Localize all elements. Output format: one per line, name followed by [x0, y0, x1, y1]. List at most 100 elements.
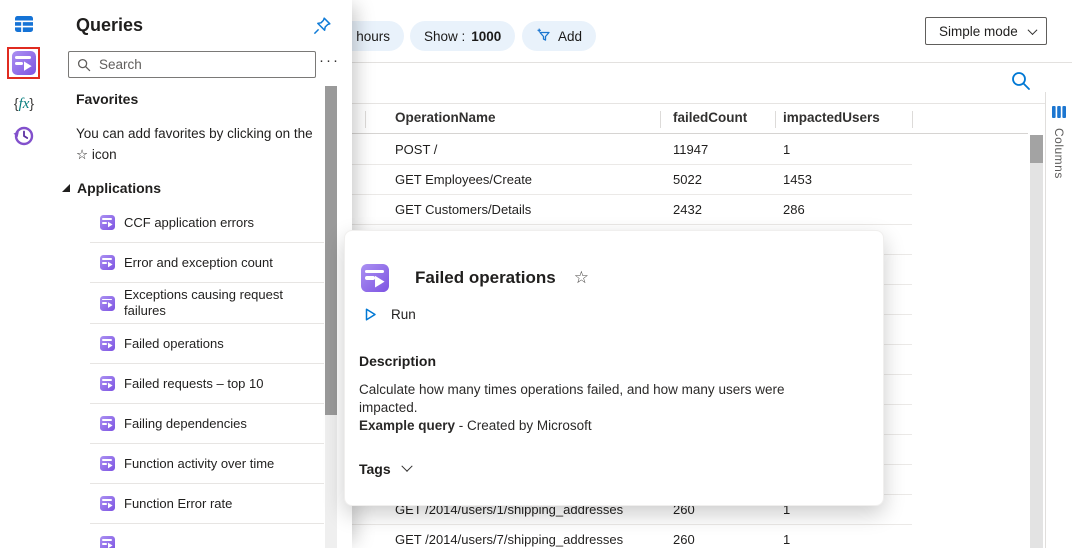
example-query-label: Example query — [359, 418, 455, 433]
panel-scrollbar-track[interactable] — [325, 86, 337, 548]
run-button[interactable]: Run — [363, 307, 416, 322]
query-item-label: Function activity over time — [124, 456, 274, 472]
cell-operationname: GET /2014/users/7/shipping_addresses — [395, 532, 623, 547]
run-label: Run — [391, 307, 416, 322]
add-label: Add — [558, 29, 582, 44]
cell-operationname: POST / — [395, 142, 437, 157]
list-item[interactable] — [90, 524, 324, 548]
query-item-label: CCF application errors — [124, 215, 254, 231]
list-item[interactable]: Failed requests – top 10 — [90, 364, 324, 404]
cell-failedcount: 11947 — [673, 142, 708, 157]
query-item-label: Failing dependencies — [124, 416, 247, 432]
cell-failedcount: 260 — [673, 532, 695, 547]
show-value: 1000 — [471, 29, 501, 44]
column-header-impactedusers[interactable]: impactedUsers — [783, 110, 880, 125]
query-item-label: Error and exception count — [124, 255, 273, 271]
query-icon — [100, 255, 115, 270]
list-item[interactable]: Failed operations — [90, 324, 324, 364]
column-header-failedcount[interactable]: failedCount — [673, 110, 747, 125]
add-filter-pill[interactable]: Add — [522, 21, 596, 51]
mode-dropdown-value: Simple mode — [939, 24, 1018, 39]
query-item-label: Failed operations — [124, 336, 224, 352]
time-range-label: hours — [356, 29, 390, 44]
search-input[interactable]: Search — [68, 51, 316, 78]
applications-group-label: Applications — [77, 180, 161, 196]
favorites-heading: Favorites — [76, 91, 138, 107]
table-scrollbar-track[interactable] — [1030, 135, 1043, 548]
table-row[interactable]: GET Customers/Details 2432 286 — [352, 195, 1028, 225]
filter-add-icon — [536, 27, 552, 46]
list-item[interactable]: Exceptions causing request failures — [90, 283, 324, 324]
description-heading: Description — [359, 353, 436, 369]
run-play-icon — [363, 307, 378, 322]
column-header-operationname[interactable]: OperationName — [395, 110, 496, 125]
activity-bar: {fx} — [0, 0, 48, 548]
tags-label: Tags — [359, 461, 391, 477]
column-divider[interactable] — [660, 111, 661, 128]
queries-panel: Queries Search ··· Favorites You can add… — [48, 0, 352, 548]
list-item[interactable]: Function activity over time — [90, 444, 324, 484]
queries-icon[interactable] — [12, 51, 36, 75]
table-row[interactable]: GET Employees/Create 5022 1453 — [352, 165, 1028, 195]
list-item[interactable]: Failing dependencies — [90, 404, 324, 444]
show-label: Show : — [424, 29, 465, 44]
more-options-button[interactable]: ··· — [319, 52, 340, 69]
columns-tab[interactable]: Columns — [1046, 104, 1072, 179]
cell-failedcount: 5022 — [673, 172, 702, 187]
tree-expand-icon — [62, 184, 70, 192]
cell-impactedusers: 1 — [783, 532, 790, 547]
table-row[interactable]: GET /2014/users/7/shipping_addresses 260… — [352, 525, 1028, 548]
chevron-down-icon — [1028, 25, 1038, 35]
table-header: OperationName failedCount impactedUsers — [352, 104, 1028, 134]
functions-icon[interactable]: {fx} — [10, 90, 38, 118]
list-item[interactable]: Function Error rate — [90, 484, 324, 524]
cell-failedcount: 2432 — [673, 202, 702, 217]
list-item[interactable]: Error and exception count — [90, 243, 324, 283]
chevron-down-icon — [401, 461, 412, 472]
cell-impactedusers: 1 — [783, 142, 790, 157]
query-icon — [100, 376, 115, 391]
tags-section[interactable]: Tags — [359, 461, 411, 477]
columns-icon — [1051, 104, 1067, 120]
history-icon[interactable] — [10, 122, 38, 150]
results-search-icon[interactable] — [1010, 70, 1032, 92]
query-icon — [100, 336, 115, 351]
query-item-label: Failed requests – top 10 — [124, 376, 263, 392]
query-icon — [100, 536, 115, 548]
panel-title: Queries — [76, 15, 143, 36]
favorite-star-icon[interactable]: ☆ — [574, 268, 589, 288]
list-item[interactable]: CCF application errors — [90, 203, 324, 243]
query-icon — [100, 496, 115, 511]
cell-operationname: GET Customers/Details — [395, 202, 531, 217]
query-list: CCF application errors Error and excepti… — [90, 203, 324, 548]
column-divider[interactable] — [912, 111, 913, 128]
example-query-rest: - Created by Microsoft — [455, 418, 592, 433]
query-icon — [100, 296, 115, 311]
table-scrollbar-thumb[interactable] — [1030, 135, 1043, 163]
table-row[interactable]: POST / 11947 1 — [352, 135, 1028, 165]
cell-impactedusers: 1453 — [783, 172, 812, 187]
query-item-label: Exceptions causing request failures — [124, 287, 314, 319]
description-text: Calculate how many times operations fail… — [359, 382, 784, 415]
description-body: Calculate how many times operations fail… — [359, 381, 829, 435]
column-divider[interactable] — [365, 111, 366, 128]
table-view-icon[interactable] — [10, 10, 38, 38]
query-icon — [100, 215, 115, 230]
query-icon — [361, 264, 389, 292]
applications-group[interactable]: Applications — [62, 180, 161, 196]
column-divider[interactable] — [775, 111, 776, 128]
search-placeholder: Search — [99, 57, 142, 72]
popup-title: Failed operations — [415, 268, 556, 288]
query-icon — [100, 416, 115, 431]
mode-dropdown[interactable]: Simple mode — [925, 17, 1047, 45]
query-details-popup: Failed operations ☆ Run Description Calc… — [344, 230, 884, 506]
search-icon — [77, 58, 91, 72]
panel-scrollbar-thumb[interactable] — [325, 86, 337, 415]
pin-icon[interactable] — [312, 16, 332, 36]
app-root: hours Show : 1000 Add Simple mode — [0, 0, 1072, 548]
columns-tab-label: Columns — [1052, 128, 1066, 179]
queries-icon-highlight — [7, 47, 40, 79]
query-icon — [100, 456, 115, 471]
show-limit-pill[interactable]: Show : 1000 — [410, 21, 515, 51]
cell-impactedusers: 286 — [783, 202, 805, 217]
